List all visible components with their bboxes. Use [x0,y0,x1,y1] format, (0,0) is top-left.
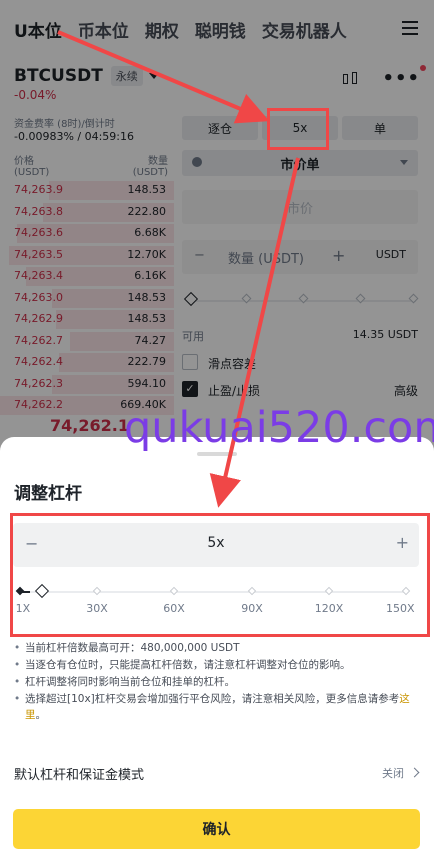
arrow-to-leverage-button [57,30,270,124]
watermark: qukuai520.com [124,403,434,453]
